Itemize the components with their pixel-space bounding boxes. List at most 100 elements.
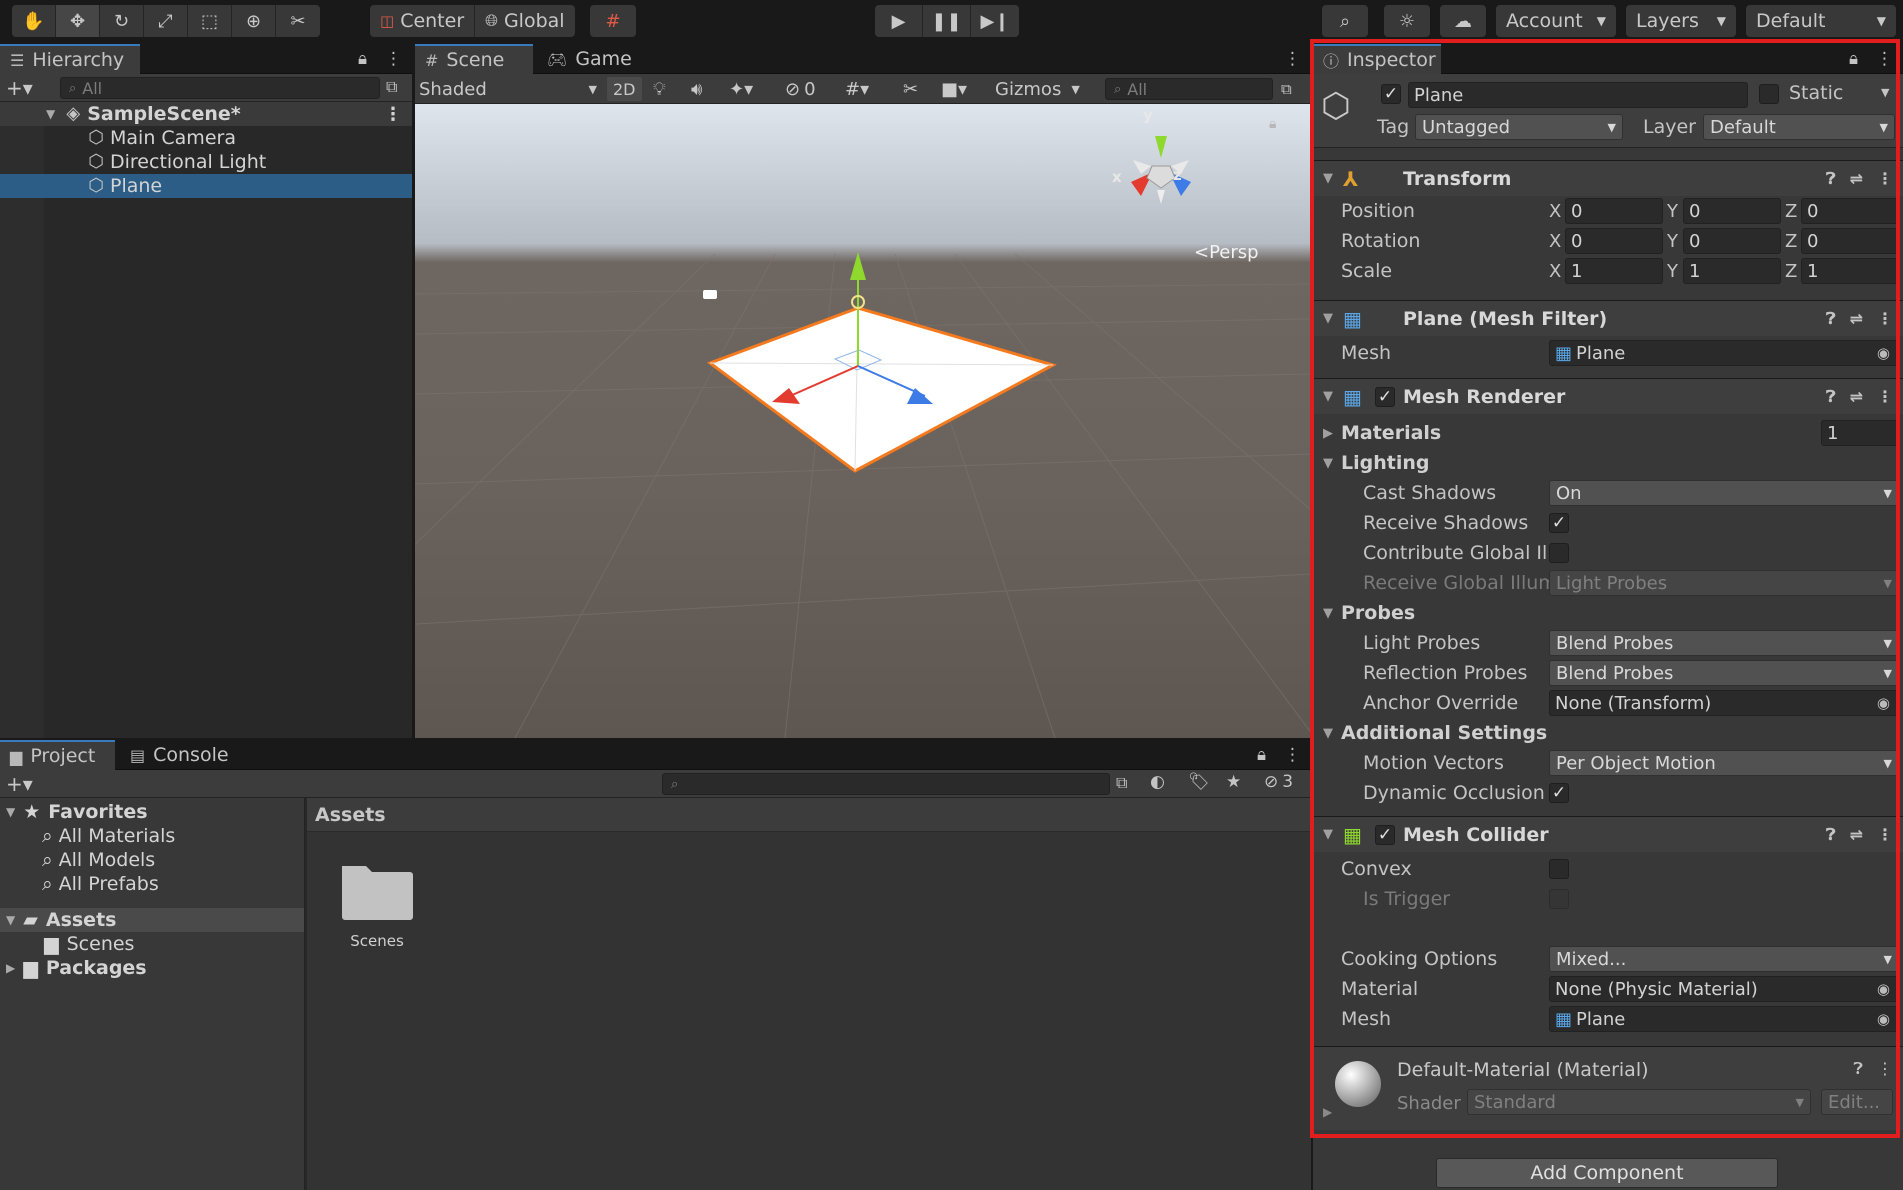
- assets-folder-row[interactable]: ▼ ▰ Assets: [0, 908, 304, 932]
- scale-z-field[interactable]: 1: [1801, 258, 1899, 284]
- grid-toggle-icon[interactable]: #▾: [845, 77, 869, 101]
- projection-toggle[interactable]: <Persp: [1194, 242, 1259, 263]
- favorite-item[interactable]: ⌕ All Models: [0, 848, 304, 872]
- kebab-menu-icon[interactable]: ⋮: [1876, 49, 1893, 69]
- position-x-field[interactable]: 0: [1565, 198, 1663, 224]
- foldout-open-icon[interactable]: ▼: [1323, 171, 1333, 186]
- hierarchy-item-directional-light[interactable]: ⬡ Directional Light: [0, 150, 412, 174]
- tab-hierarchy[interactable]: ☰ Hierarchy: [0, 44, 140, 74]
- active-checkbox[interactable]: ✓: [1381, 84, 1401, 104]
- search-mode-icon[interactable]: ⧉: [386, 77, 397, 97]
- kebab-menu-icon[interactable]: ⋮: [385, 49, 402, 69]
- rotation-y-field[interactable]: 0: [1683, 228, 1781, 254]
- foldout-open-icon[interactable]: ▼: [6, 805, 15, 819]
- kebab-menu-icon[interactable]: ⋮: [1284, 49, 1301, 69]
- position-y-field[interactable]: 0: [1683, 198, 1781, 224]
- edit-shader-button[interactable]: Edit...: [1821, 1089, 1893, 1115]
- help-icon[interactable]: ❓︎: [1826, 825, 1836, 845]
- gizmos-dropdown[interactable]: Gizmos ▼: [995, 77, 1080, 101]
- kebab-menu-icon[interactable]: ⋮: [1877, 169, 1893, 189]
- lock-icon[interactable]: 🔒︎: [1849, 49, 1858, 69]
- layer-dropdown[interactable]: Default ▼: [1703, 114, 1895, 140]
- materials-count-field[interactable]: 1: [1821, 420, 1899, 446]
- kebab-menu-icon[interactable]: ⋮: [1877, 825, 1893, 845]
- filter-by-type-icon[interactable]: ◐: [1150, 772, 1165, 792]
- hierarchy-item-plane[interactable]: ⬡ Plane: [0, 174, 412, 198]
- presets-icon[interactable]: ⇌: [1850, 309, 1863, 329]
- favorite-star-icon[interactable]: ★: [1226, 772, 1241, 792]
- toggle-2d-button[interactable]: 2D: [607, 77, 642, 101]
- favorite-item[interactable]: ⌕ All Prefabs: [0, 872, 304, 896]
- caret-down-icon[interactable]: ▼: [1881, 86, 1889, 99]
- tab-console[interactable]: ▤ Console: [120, 740, 250, 770]
- search-icon[interactable]: ⌕: [1322, 5, 1368, 37]
- cast-shadows-dropdown[interactable]: On ▼: [1549, 480, 1899, 506]
- presets-icon[interactable]: ⇌: [1850, 825, 1863, 845]
- presets-icon[interactable]: ⇌: [1850, 169, 1863, 189]
- rect-tool-icon[interactable]: ⬚: [188, 5, 232, 37]
- gizmo-y-arrow[interactable]: [850, 252, 866, 280]
- transform-header[interactable]: ▼ ⅄ Transform ❓︎ ⇌ ⋮: [1313, 160, 1903, 196]
- asset-folder-scenes[interactable]: Scenes: [337, 858, 417, 950]
- collider-mesh-field[interactable]: ▦ Plane ◉: [1549, 1006, 1899, 1032]
- foldout-open-icon[interactable]: ▼: [46, 107, 55, 121]
- kebab-menu-icon[interactable]: ⋮: [1877, 309, 1893, 329]
- transform-tool-icon[interactable]: ⊕: [232, 5, 276, 37]
- step-button[interactable]: ▶❙: [971, 5, 1019, 37]
- mesh-renderer-enabled-checkbox[interactable]: ✓: [1375, 387, 1395, 407]
- motion-vectors-dropdown[interactable]: Per Object Motion ▼: [1549, 750, 1899, 776]
- convex-checkbox[interactable]: [1549, 859, 1569, 879]
- foldout-open-icon[interactable]: ▼: [1323, 389, 1333, 404]
- kebab-menu-icon[interactable]: ⋮: [1877, 387, 1893, 407]
- kebab-menu-icon[interactable]: ⋮: [1284, 745, 1301, 765]
- reflection-probes-dropdown[interactable]: Blend Probes ▼: [1549, 660, 1899, 686]
- favorites-row[interactable]: ▼ ★ Favorites: [0, 800, 304, 824]
- light-probes-dropdown[interactable]: Blend Probes ▼: [1549, 630, 1899, 656]
- rotation-z-field[interactable]: 0: [1801, 228, 1899, 254]
- scale-y-field[interactable]: 1: [1683, 258, 1781, 284]
- anchor-override-field[interactable]: None (Transform) ◉: [1549, 690, 1899, 716]
- object-name-field[interactable]: Plane: [1408, 82, 1748, 108]
- custom-tool-icon[interactable]: ✂: [276, 5, 320, 37]
- kebab-menu-icon[interactable]: ⋮: [1877, 1059, 1893, 1079]
- mesh-collider-header[interactable]: ▼ ▦ ✓ Mesh Collider ❓︎ ⇌ ⋮: [1313, 816, 1903, 852]
- foldout-open-icon[interactable]: ▼: [6, 913, 15, 927]
- search-mode-icon[interactable]: ⧉: [1116, 773, 1127, 793]
- orientation-gizmo[interactable]: [1131, 136, 1191, 204]
- favorite-item[interactable]: ⌕ All Materials: [0, 824, 304, 848]
- kebab-menu-icon[interactable]: ⋮: [384, 104, 402, 125]
- shader-dropdown[interactable]: Standard ▼: [1467, 1089, 1811, 1115]
- foldout-open-icon[interactable]: ▼: [1323, 827, 1333, 842]
- account-dropdown[interactable]: Account ▼: [1496, 5, 1616, 37]
- scale-tool-icon[interactable]: ⤢: [144, 5, 188, 37]
- material-preview-sphere[interactable]: [1335, 1061, 1381, 1107]
- dynamic-occlusion-checkbox[interactable]: ✓: [1549, 783, 1569, 803]
- static-checkbox[interactable]: [1759, 84, 1779, 104]
- mesh-collider-enabled-checkbox[interactable]: ✓: [1375, 825, 1395, 845]
- hierarchy-item-main-camera[interactable]: ⬡ Main Camera: [0, 126, 412, 150]
- create-plus-icon[interactable]: +▾: [6, 76, 33, 100]
- probes-foldout[interactable]: ▼ Probes: [1323, 602, 1415, 624]
- add-component-button[interactable]: Add Component: [1436, 1158, 1778, 1188]
- foldout-open-icon[interactable]: ▼: [1323, 311, 1333, 326]
- hierarchy-search-input[interactable]: ⌕ All: [60, 77, 380, 99]
- layout-dropdown[interactable]: Default ▼: [1746, 5, 1896, 37]
- presets-icon[interactable]: ⇌: [1850, 387, 1863, 407]
- scenes-folder-row[interactable]: ▆ Scenes: [0, 932, 304, 956]
- scene-viewport[interactable]: y z x 🔒︎ <Persp: [415, 104, 1311, 738]
- grid-snap-icon[interactable]: #: [590, 5, 636, 37]
- object-picker-icon[interactable]: ◉: [1877, 344, 1890, 362]
- lighting-toggle-icon[interactable]: 💡︎: [653, 77, 666, 101]
- scene-search-input[interactable]: ⌕ All: [1105, 78, 1273, 100]
- mesh-object-field[interactable]: ▦ Plane ◉: [1549, 340, 1899, 366]
- mesh-filter-header[interactable]: ▼ ▦ Plane (Mesh Filter) ❓︎ ⇌ ⋮: [1313, 300, 1903, 336]
- hidden-packages-button[interactable]: ⊘ 3: [1264, 772, 1293, 792]
- tag-dropdown[interactable]: Untagged ▼: [1415, 114, 1623, 140]
- move-tool-icon[interactable]: ✥: [56, 5, 100, 37]
- additional-settings-foldout[interactable]: ▼ Additional Settings: [1323, 722, 1547, 744]
- search-mode-icon[interactable]: ⧉: [1281, 77, 1292, 101]
- pivot-mode-button[interactable]: ◫ Center: [370, 5, 476, 37]
- help-icon[interactable]: ❓︎: [1826, 309, 1836, 329]
- filter-by-label-icon[interactable]: 🏷︎: [1188, 772, 1210, 792]
- cooking-options-dropdown[interactable]: Mixed... ▼: [1549, 946, 1899, 972]
